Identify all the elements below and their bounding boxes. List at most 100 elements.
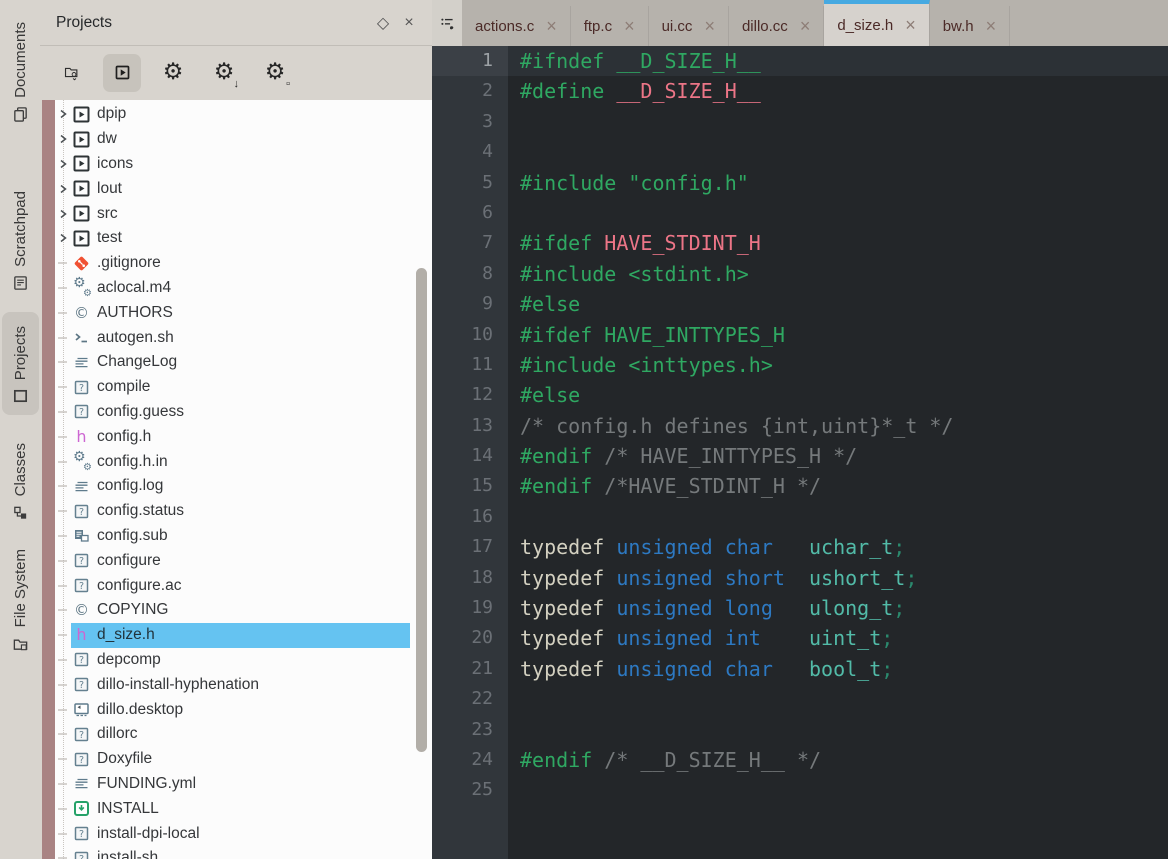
- code-token: typedef: [520, 656, 617, 681]
- tree-item-dw[interactable]: dw: [55, 127, 410, 152]
- close-button[interactable]: ×: [396, 10, 422, 36]
- scrollbar-thumb[interactable]: [416, 268, 427, 752]
- code-token: /* config.h defines {int,uint}*_t */: [520, 413, 954, 438]
- text-lines-icon: [73, 354, 90, 371]
- install-selection-button[interactable]: ⚙ ↓: [205, 54, 243, 92]
- build-button[interactable]: ⚙: [154, 54, 192, 92]
- tree-item-config-status[interactable]: ? config.status: [55, 499, 410, 524]
- expand-chevron-icon[interactable]: [55, 208, 71, 220]
- expand-chevron-icon[interactable]: [55, 232, 71, 244]
- open-configuration-button[interactable]: [52, 54, 90, 92]
- sidebar-tab-label: Scratchpad: [11, 190, 29, 267]
- tree-item-authors[interactable]: © AUTHORS: [55, 300, 410, 325]
- tree-item-copying[interactable]: © COPYING: [55, 598, 410, 623]
- tree-item-config-h-in[interactable]: ⚙ ⚙ config.h.in: [55, 449, 410, 474]
- code-line-text: [508, 137, 1168, 167]
- tree-item-changelog[interactable]: ChangeLog: [55, 350, 410, 375]
- tree-item-lout[interactable]: lout: [55, 176, 410, 201]
- project-button[interactable]: [103, 53, 141, 92]
- code-token: __D_SIZE_H__: [616, 79, 761, 104]
- sidebar-tab-projects[interactable]: Projects: [1, 311, 39, 415]
- tree-item-install[interactable]: INSTALL: [55, 796, 410, 821]
- tree-item-content: ? depcomp: [71, 648, 410, 673]
- tree-item-configure[interactable]: ? configure: [55, 548, 410, 573]
- tree-item-content: INSTALL: [71, 796, 410, 821]
- tree-item-content: ? config.guess: [71, 400, 410, 425]
- close-icon[interactable]: ×: [704, 17, 715, 35]
- expand-chevron-icon[interactable]: [55, 158, 71, 170]
- tree-item-label: config.h: [97, 427, 152, 445]
- branch-dash-icon: [55, 803, 71, 815]
- tree-item-content: src: [71, 201, 410, 226]
- tree-item-icons[interactable]: icons: [55, 152, 410, 177]
- tree-item-label: config.log: [97, 477, 164, 495]
- expand-chevron-icon[interactable]: [55, 108, 71, 120]
- tree-item-config-h[interactable]: h config.h: [55, 424, 410, 449]
- prune-selection-button[interactable]: ⚙ ▫: [256, 54, 294, 92]
- tree-item-content: © AUTHORS: [71, 300, 410, 325]
- tree-item-config-guess[interactable]: ? config.guess: [55, 400, 410, 425]
- tree-item-gitignore[interactable]: .gitignore: [55, 251, 410, 276]
- tree-item-doxyfile[interactable]: ? Doxyfile: [55, 747, 410, 772]
- close-icon[interactable]: ×: [546, 17, 557, 35]
- code-editor[interactable]: 1 #ifndef __D_SIZE_H__ 2 #define __D_SIZE_H…: [432, 46, 1168, 859]
- expand-chevron-icon[interactable]: [55, 133, 71, 145]
- tree-item-label: aclocal.m4: [97, 278, 172, 296]
- tree-item-depcomp[interactable]: ? depcomp: [55, 648, 410, 673]
- desktop-icon: [73, 701, 90, 718]
- tree-item-aclocal-m4[interactable]: ⚙ ⚙ aclocal.m4: [55, 275, 410, 301]
- tree-item-dillo-install-hyphenation[interactable]: ? dillo-install-hyphenation: [55, 672, 410, 697]
- editor-tab-ftp-c[interactable]: ftp.c ×: [571, 6, 649, 46]
- tree-item-content: ? configure: [71, 548, 410, 573]
- notepad-icon: [12, 275, 29, 292]
- tree-item-d-size-h[interactable]: h d_size.h: [55, 622, 410, 648]
- expand-chevron-icon[interactable]: [55, 183, 71, 195]
- editor-area: actions.c × ftp.c × ui.cc × dillo.cc × d_size.h ×…: [432, 0, 1168, 859]
- float-button[interactable]: ◇: [370, 10, 396, 36]
- tree-item-funding-yml[interactable]: FUNDING.yml: [55, 772, 410, 797]
- projects-toolbar: ⚙ ⚙ ↓ ⚙ ▫: [40, 46, 432, 99]
- sidebar-tab-scratchpad[interactable]: Scratchpad: [2, 177, 39, 302]
- editor-tab-bw-h[interactable]: bw.h ×: [930, 6, 1011, 46]
- tree-item-dillo-desktop[interactable]: dillo.desktop: [55, 697, 410, 722]
- document-list-button[interactable]: [432, 0, 462, 46]
- sidebar-tab-classes[interactable]: Classes: [2, 429, 39, 531]
- editor-tab-label: actions.c: [475, 17, 535, 35]
- tree-item-config-sub[interactable]: config.sub: [55, 524, 410, 549]
- code-line-text: typedef unsigned char uchar_t;: [508, 532, 1168, 562]
- sidebar-tab-label: File System: [11, 549, 29, 628]
- tree-item-src[interactable]: src: [55, 201, 410, 226]
- line-number: 6: [432, 197, 508, 229]
- close-icon[interactable]: ×: [624, 17, 635, 35]
- editor-tab-label: dillo.cc: [741, 17, 788, 35]
- tree-item-label: install-sh: [97, 849, 159, 859]
- editor-tab-d-size-h[interactable]: d_size.h ×: [824, 0, 930, 46]
- editor-tab-dillo-cc[interactable]: dillo.cc ×: [729, 6, 825, 46]
- tree-item-configure-ac[interactable]: ? configure.ac: [55, 573, 410, 598]
- tree-item-dillorc[interactable]: ? dillorc: [55, 722, 410, 747]
- code-line: 9 #else: [432, 289, 1168, 320]
- sidebar-tab-documents[interactable]: Documents: [2, 8, 39, 133]
- editor-tab-actions-c[interactable]: actions.c ×: [462, 6, 571, 46]
- tree-item-content: dillo.desktop: [71, 697, 410, 722]
- tree-item-install-sh[interactable]: ? install-sh: [55, 846, 410, 859]
- tree-item-dpip[interactable]: dpip: [55, 102, 410, 127]
- tree-item-label: config.h.in: [97, 452, 168, 470]
- editor-tab-ui-cc[interactable]: ui.cc ×: [649, 6, 729, 46]
- tree-item-compile[interactable]: ? compile: [55, 375, 410, 400]
- line-number: 10: [432, 319, 508, 350]
- close-icon[interactable]: ×: [800, 17, 811, 35]
- tree-item-install-dpi-local[interactable]: ? install-dpi-local: [55, 821, 410, 846]
- sidebar-tab-file-system[interactable]: File System: [2, 535, 39, 662]
- tree-scrollbar[interactable]: [412, 100, 432, 859]
- tree-item-autogen-sh[interactable]: autogen.sh: [55, 325, 410, 350]
- tree-item-test[interactable]: test: [55, 226, 410, 251]
- tree-item-content: dw: [71, 127, 410, 152]
- code-line: 24 #endif /* __D_SIZE_H__ */: [432, 744, 1168, 776]
- close-icon[interactable]: ×: [986, 17, 997, 35]
- code-line: 11 #include <inttypes.h>: [432, 349, 1168, 381]
- tabbar-filler: [1010, 6, 1168, 46]
- close-icon[interactable]: ×: [905, 16, 916, 34]
- tree-item-config-log[interactable]: config.log: [55, 474, 410, 499]
